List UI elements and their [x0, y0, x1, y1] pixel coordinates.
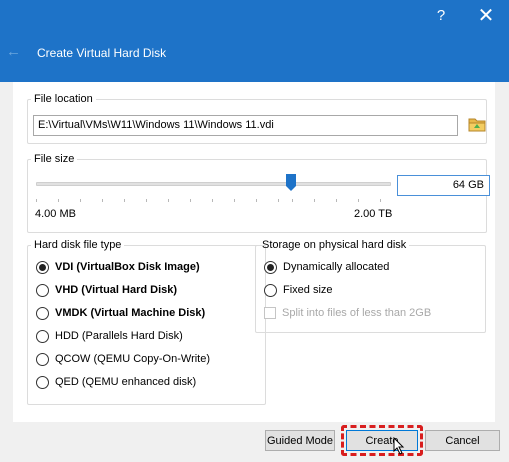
tick-mark — [278, 199, 279, 202]
size-input[interactable]: 64 GB — [397, 175, 490, 196]
vmdk-radio[interactable] — [36, 306, 49, 320]
fixed-radio[interactable] — [264, 283, 277, 297]
tick-mark — [190, 199, 191, 202]
split-option: Split into files of less than 2GB — [264, 305, 431, 321]
size-slider-thumb[interactable] — [286, 174, 296, 191]
hdd-radio[interactable] — [36, 329, 49, 343]
storage-group: Storage on physical hard disk Dynamicall… — [255, 239, 486, 333]
vmdk-label: VMDK (Virtual Machine Disk) — [55, 307, 206, 319]
vhd-radio[interactable] — [36, 283, 49, 297]
dynamic-radio[interactable] — [264, 260, 277, 274]
file-location-legend: File location — [34, 93, 93, 105]
tick-mark — [168, 199, 169, 202]
fixed-option[interactable]: Fixed size — [264, 282, 333, 298]
size-min-label: 4.00 MB — [35, 208, 76, 220]
vdi-radio[interactable] — [36, 260, 49, 274]
qcow-label: QCOW (QEMU Copy-On-Write) — [55, 353, 211, 365]
qcow-radio[interactable] — [36, 352, 49, 366]
tick-mark — [380, 199, 381, 202]
fixed-label: Fixed size — [283, 284, 333, 296]
vhd-option[interactable]: VHD (Virtual Hard Disk) — [36, 282, 177, 298]
tick-mark — [314, 199, 315, 202]
vmdk-option[interactable]: VMDK (Virtual Machine Disk) — [36, 305, 205, 321]
mouse-cursor-icon — [393, 437, 405, 455]
split-label: Split into files of less than 2GB — [282, 307, 432, 319]
create-highlight-box — [341, 425, 423, 456]
help-button[interactable]: ? — [426, 4, 456, 26]
dynamic-option[interactable]: Dynamically allocated — [264, 259, 389, 275]
tick-mark — [256, 199, 257, 202]
dialog-content: File location E:\Virtual\VMs\W11\Windows… — [0, 82, 509, 462]
vdi-label: VDI (VirtualBox Disk Image) — [55, 261, 200, 273]
tick-mark — [358, 199, 359, 202]
storage-legend: Storage on physical hard disk — [262, 239, 407, 251]
file-size-group: File size 4.00 MB 2.00 TB 64 GB — [27, 153, 490, 233]
folder-icon[interactable] — [468, 115, 486, 133]
vdi-option[interactable]: VDI (VirtualBox Disk Image) — [36, 259, 200, 275]
vhd-label: VHD (Virtual Hard Disk) — [55, 284, 178, 296]
cancel-button[interactable]: Cancel — [425, 430, 500, 451]
size-slider-track[interactable] — [36, 182, 391, 186]
close-button[interactable]: ✕ — [471, 4, 501, 27]
disk-type-group: Hard disk file type VDI (VirtualBox Disk… — [27, 239, 266, 405]
dynamic-label: Dynamically allocated — [283, 261, 390, 273]
file-location-input[interactable]: E:\Virtual\VMs\W11\Windows 11\Windows 11… — [33, 115, 458, 136]
tick-mark — [36, 199, 37, 202]
tick-mark — [102, 199, 103, 202]
tick-mark — [146, 199, 147, 202]
qed-radio[interactable] — [36, 375, 49, 389]
hdd-label: HDD (Parallels Hard Disk) — [55, 330, 183, 342]
tick-mark — [80, 199, 81, 202]
tick-mark — [292, 199, 293, 202]
tick-mark — [234, 199, 235, 202]
qcow-option[interactable]: QCOW (QEMU Copy-On-Write) — [36, 351, 210, 367]
hdd-option[interactable]: HDD (Parallels Hard Disk) — [36, 328, 183, 344]
title-bar: ? ✕ ← Create Virtual Hard Disk — [0, 0, 509, 82]
disk-type-legend: Hard disk file type — [34, 239, 122, 251]
file-size-legend: File size — [34, 153, 75, 165]
file-location-group: File location E:\Virtual\VMs\W11\Windows… — [27, 93, 487, 144]
qed-option[interactable]: QED (QEMU enhanced disk) — [36, 374, 196, 390]
tick-mark — [336, 199, 337, 202]
guided-mode-button[interactable]: Guided Mode — [265, 430, 335, 451]
qed-label: QED (QEMU enhanced disk) — [55, 376, 197, 388]
tick-mark — [58, 199, 59, 202]
size-max-label: 2.00 TB — [354, 208, 393, 220]
tick-mark — [124, 199, 125, 202]
dialog-title: Create Virtual Hard Disk — [37, 46, 167, 60]
back-arrow-icon[interactable]: ← — [6, 44, 22, 60]
split-checkbox — [264, 307, 276, 319]
tick-mark — [212, 199, 213, 202]
